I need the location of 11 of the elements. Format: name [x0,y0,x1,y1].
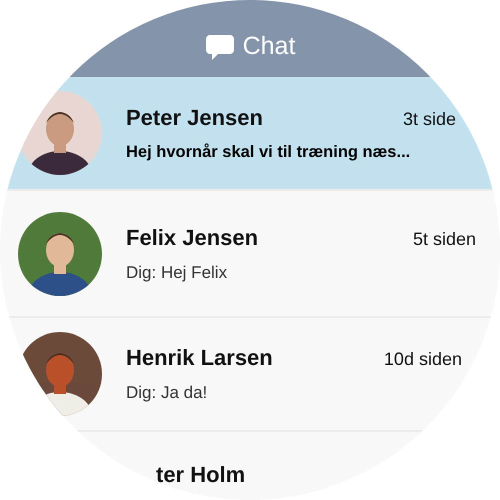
contact-name: ter Holm [156,462,246,488]
contact-name: Felix Jensen [126,224,258,250]
timestamp: 3t side [402,108,456,130]
contact-name: Henrik Larsen [126,345,273,371]
contact-name: Peter Jensen [126,104,263,130]
message-preview: Hej hvornår skal vi til træning næs... [126,142,412,162]
message-preview: Dig: Hej Felix [126,262,228,282]
timestamp: 10d siden [384,349,462,370]
timestamp: 5t siden [412,228,476,250]
message-preview: Dig: Ja da! [126,383,208,403]
screen-title: Chat [242,32,296,61]
